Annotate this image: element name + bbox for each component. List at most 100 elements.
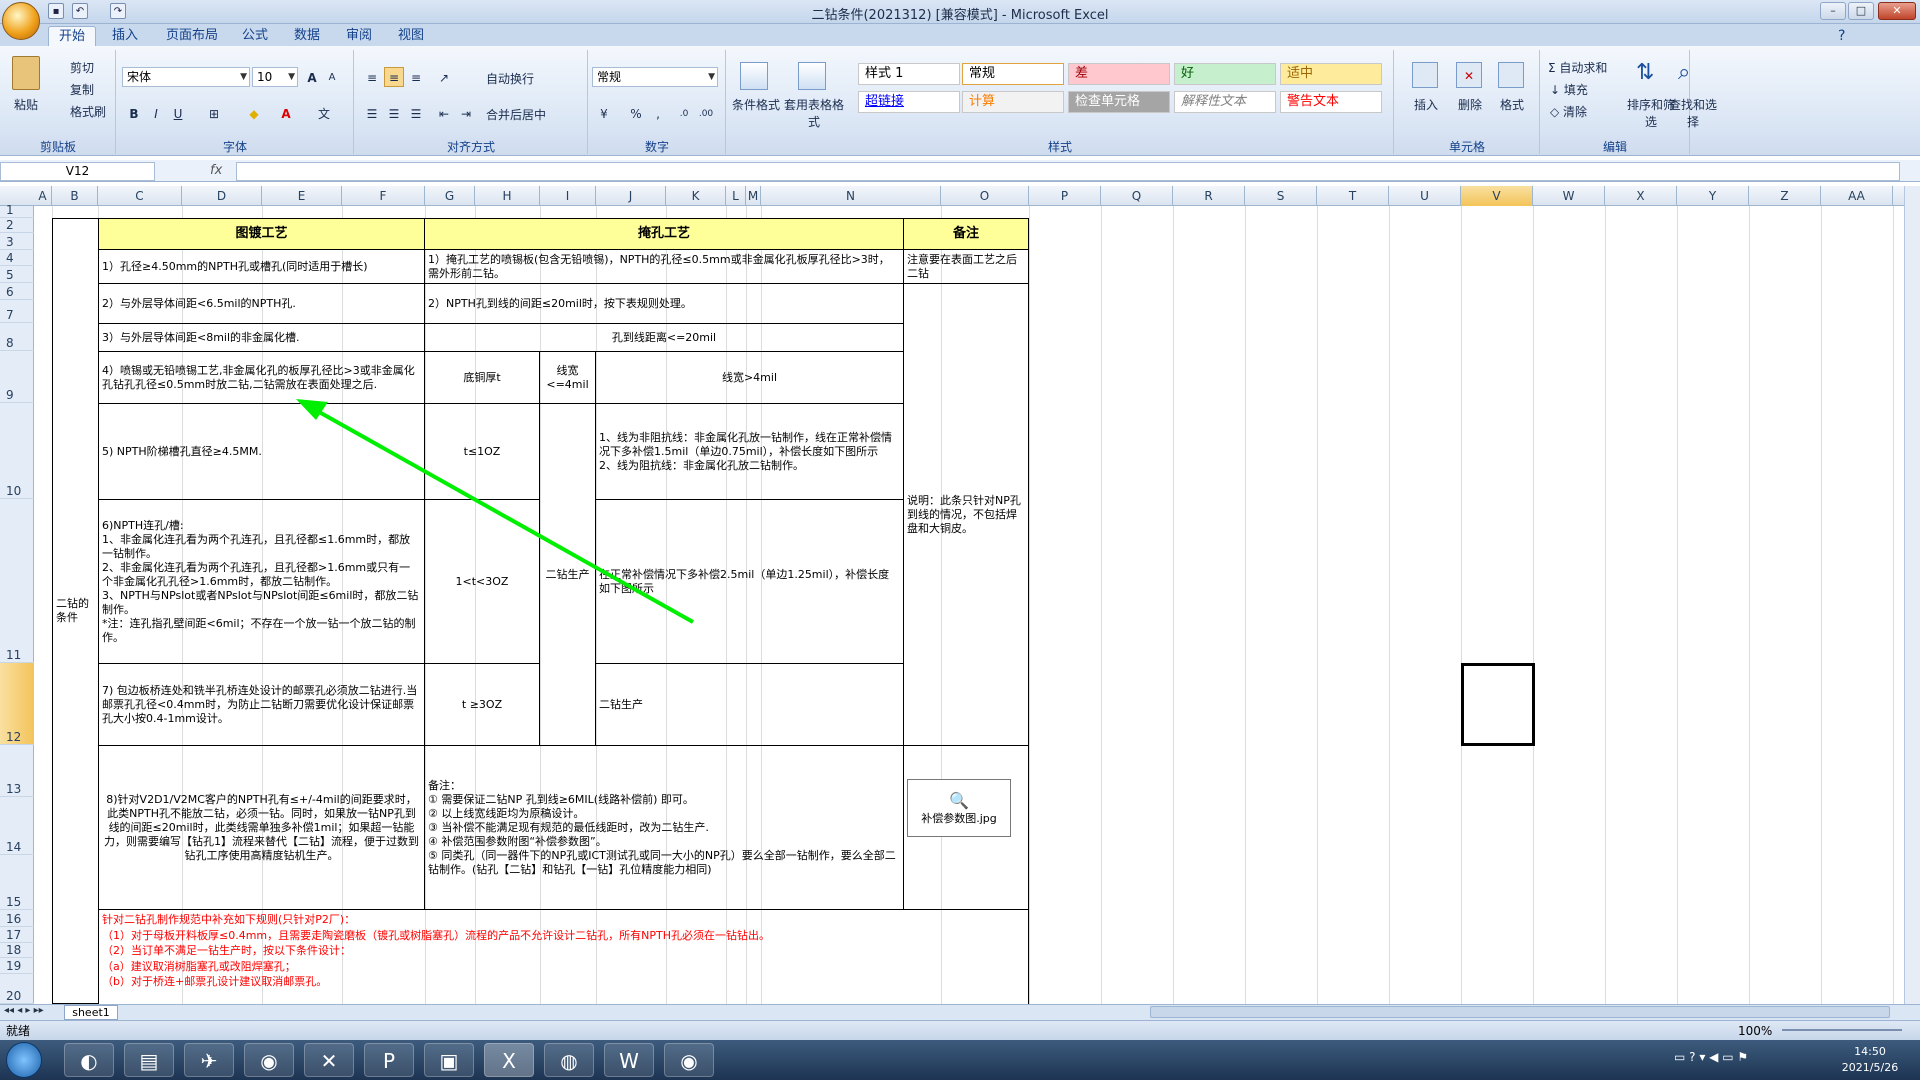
decrease-decimal-icon[interactable]: .00 xyxy=(696,103,716,123)
row-header[interactable]: 19 xyxy=(0,958,34,974)
taskbar-eye2-icon[interactable]: ◉ xyxy=(664,1043,714,1077)
column-header[interactable]: S xyxy=(1245,186,1317,206)
taskbar-notepad-icon[interactable]: ▤ xyxy=(124,1043,174,1077)
taskbar-p-icon[interactable]: P xyxy=(364,1043,414,1077)
cell-style-option[interactable]: 差 xyxy=(1068,63,1170,85)
sort-filter-icon[interactable]: ⇅ xyxy=(1636,60,1654,85)
increase-decimal-icon[interactable]: .0 xyxy=(674,103,694,123)
decrease-indent-icon[interactable]: ⇤ xyxy=(434,103,454,123)
office-button[interactable] xyxy=(2,2,40,40)
autosum-button[interactable]: Σ 自动求和 xyxy=(1548,59,1607,76)
cell-style-option[interactable]: 警告文本 xyxy=(1280,91,1382,113)
format-cells-button[interactable]: 格式 xyxy=(1500,96,1524,113)
font-name-select[interactable]: 宋体 ▼ xyxy=(122,67,250,87)
tab-formulas[interactable]: 公式 xyxy=(232,26,278,46)
taskbar-excel-icon[interactable]: X xyxy=(484,1043,534,1077)
taskbar-pdf-icon[interactable]: ◍ xyxy=(544,1043,594,1077)
conditional-format-button[interactable]: 条件格式 xyxy=(732,96,780,113)
paste-button[interactable]: 粘贴 xyxy=(14,96,38,113)
selected-cell[interactable] xyxy=(1461,663,1535,746)
help-icon[interactable]: ? xyxy=(1838,28,1845,44)
compensation-image-object[interactable]: 🔍 补偿参数图.jpg xyxy=(907,779,1011,837)
taskbar-eye-icon[interactable]: ◉ xyxy=(244,1043,294,1077)
fill-color-icon[interactable]: ◆ xyxy=(244,103,264,123)
sheet-nav-arrows[interactable]: ◂◂ ◂ ▸ ▸▸ xyxy=(4,1005,44,1016)
cell-style-option[interactable]: 检查单元格 xyxy=(1068,91,1170,113)
orientation-icon[interactable]: ↗ xyxy=(434,67,454,87)
insert-cells-icon[interactable] xyxy=(1412,62,1438,88)
merge-center-button[interactable]: 合并后居中 xyxy=(486,106,546,123)
column-header[interactable]: J xyxy=(596,186,666,206)
cell-style-option[interactable]: 超链接 xyxy=(858,91,960,113)
column-header[interactable]: Z xyxy=(1749,186,1821,206)
cell-style-option[interactable]: 好 xyxy=(1174,63,1276,85)
column-header[interactable]: B xyxy=(52,186,98,206)
fill-button[interactable]: ↓ 填充 xyxy=(1550,81,1588,98)
row-header[interactable]: 18 xyxy=(0,943,34,958)
tray-icons[interactable]: ▭ ? ▾ ◀ ▭ ⚑ xyxy=(1674,1050,1748,1064)
font-color-icon[interactable]: A xyxy=(276,103,296,123)
row-header[interactable]: 8 xyxy=(0,323,34,351)
sheet-tab-sheet1[interactable]: sheet1 xyxy=(64,1005,118,1020)
horizontal-scrollbar[interactable] xyxy=(1150,1006,1890,1018)
close-button[interactable]: ✕ xyxy=(1878,2,1916,20)
percent-button[interactable]: % xyxy=(626,103,646,123)
taskbar-app-icon[interactable]: ◐ xyxy=(64,1043,114,1077)
zoom-level[interactable]: 100% xyxy=(1738,1021,1772,1041)
column-header[interactable]: L xyxy=(726,186,746,206)
cell-style-option[interactable]: 解释性文本 xyxy=(1174,91,1276,113)
align-center-icon[interactable]: ☰ xyxy=(384,103,404,123)
align-middle-icon[interactable]: ≡ xyxy=(384,67,404,87)
align-right-icon[interactable]: ☰ xyxy=(406,103,426,123)
row-header[interactable]: 15 xyxy=(0,855,34,910)
paste-icon[interactable] xyxy=(12,56,40,90)
conditional-format-icon[interactable] xyxy=(740,62,768,90)
row-header[interactable]: 20 xyxy=(0,974,34,1004)
row-header[interactable]: 5 xyxy=(0,266,34,283)
taskbar-word-icon[interactable]: W xyxy=(604,1043,654,1077)
number-format-select[interactable]: 常规 ▼ xyxy=(592,67,718,87)
tab-data[interactable]: 数据 xyxy=(284,26,330,46)
tab-page-layout[interactable]: 页面布局 xyxy=(156,26,228,46)
row-header[interactable]: 1 xyxy=(0,203,34,218)
align-top-icon[interactable]: ≡ xyxy=(362,67,382,87)
taskbar-floppy-icon[interactable]: ▣ xyxy=(424,1043,474,1077)
redo-icon[interactable]: ↷ xyxy=(110,3,126,19)
align-left-icon[interactable]: ☰ xyxy=(362,103,382,123)
formula-input[interactable] xyxy=(236,162,1900,181)
column-header[interactable]: P xyxy=(1029,186,1101,206)
tab-review[interactable]: 审阅 xyxy=(336,26,382,46)
column-header[interactable]: T xyxy=(1317,186,1389,206)
format-painter-button[interactable]: 格式刷 xyxy=(70,103,106,120)
format-as-table-button[interactable]: 套用表格格式 xyxy=(784,96,844,130)
column-header[interactable]: D xyxy=(182,186,262,206)
column-header[interactable]: O xyxy=(941,186,1029,206)
delete-cells-icon[interactable]: ✕ xyxy=(1456,62,1482,88)
currency-icon[interactable]: ¥ xyxy=(594,103,614,123)
clock[interactable]: 14:50 2021/5/26 xyxy=(1830,1044,1910,1076)
taskbar-messenger-icon[interactable]: ✈ xyxy=(184,1043,234,1077)
zoom-slider[interactable] xyxy=(1782,1029,1902,1031)
row-header[interactable]: 14 xyxy=(0,797,34,855)
column-header[interactable]: A xyxy=(34,186,52,206)
column-header[interactable]: C xyxy=(98,186,182,206)
underline-button[interactable]: U xyxy=(168,103,188,123)
row-header[interactable]: 13 xyxy=(0,745,34,797)
row-header[interactable]: 4 xyxy=(0,250,34,266)
undo-icon[interactable]: ↶ xyxy=(72,3,88,19)
grow-font-button[interactable]: A xyxy=(302,67,322,87)
row-header[interactable]: 16 xyxy=(0,910,34,927)
column-header[interactable]: F xyxy=(342,186,425,206)
column-header[interactable]: E xyxy=(262,186,342,206)
format-cells-icon[interactable] xyxy=(1498,62,1524,88)
column-header[interactable]: X xyxy=(1605,186,1677,206)
column-header[interactable]: R xyxy=(1173,186,1245,206)
column-header[interactable]: V xyxy=(1461,186,1533,206)
tab-insert[interactable]: 插入 xyxy=(102,26,148,46)
clear-button[interactable]: ◇ 清除 xyxy=(1550,103,1587,120)
copy-button[interactable]: 复制 xyxy=(70,81,94,98)
comma-button[interactable]: , xyxy=(648,103,668,123)
column-header[interactable]: Y xyxy=(1677,186,1749,206)
minimize-button[interactable]: – xyxy=(1820,2,1846,20)
taskbar-x-icon[interactable]: ✕ xyxy=(304,1043,354,1077)
